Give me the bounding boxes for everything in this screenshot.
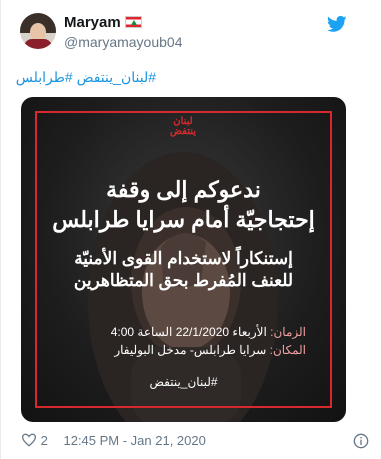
avatar[interactable] <box>20 13 56 49</box>
place-value: سرايا طرابلس- مدخل البوليفار <box>114 343 267 357</box>
poster-subline-2: للعنف المُفرط بحق المتظاهرين <box>73 271 294 290</box>
author-name[interactable]: Maryam <box>64 14 121 31</box>
poster-place: المكان: سرايا طرابلس- مدخل البوليفار <box>114 343 306 357</box>
tweet-footer: 2 12:45 PM - Jan 21, 2020 <box>21 433 369 449</box>
poster-hashtag: #لبنان_ينتفض <box>149 375 218 389</box>
time-label: الزمان: <box>270 325 306 339</box>
poster-logo: لبنان ينتفض <box>169 116 197 137</box>
twitter-bird-icon[interactable] <box>326 14 348 34</box>
tweet-image-poster[interactable]: لبنان ينتفض ندعوكم إلى وقفة إحتجاجيّة أم… <box>21 97 346 422</box>
tweet-card[interactable]: Maryam @maryamayoub04 #لبنان_ينتفض #طراب… <box>0 0 381 459</box>
heart-icon[interactable] <box>21 433 37 447</box>
place-label: المكان: <box>269 343 306 357</box>
tweet-timestamp[interactable]: 12:45 PM - Jan 21, 2020 <box>63 433 205 448</box>
poster-time: الزمان: الأربعاء 22/1/2020 الساعة 4:00 <box>111 325 306 339</box>
poster-subline-1: إستنكاراً لاستخدام القوى الأمنيّة <box>74 249 293 268</box>
info-icon[interactable] <box>353 433 369 449</box>
tweet-hashtags[interactable]: #لبنان_ينتفض #طرابلس <box>16 69 156 86</box>
lebanon-flag-icon <box>125 16 142 28</box>
poster-headline-2: إحتجاجيّة أمام سرايا طرابلس <box>52 207 315 232</box>
time-value: الأربعاء 22/1/2020 الساعة 4:00 <box>110 325 267 339</box>
author-handle[interactable]: @maryamayoub04 <box>64 34 183 50</box>
like-count[interactable]: 2 <box>41 433 48 448</box>
poster-headline-1: ندعوكم إلى وقفة <box>106 177 261 202</box>
